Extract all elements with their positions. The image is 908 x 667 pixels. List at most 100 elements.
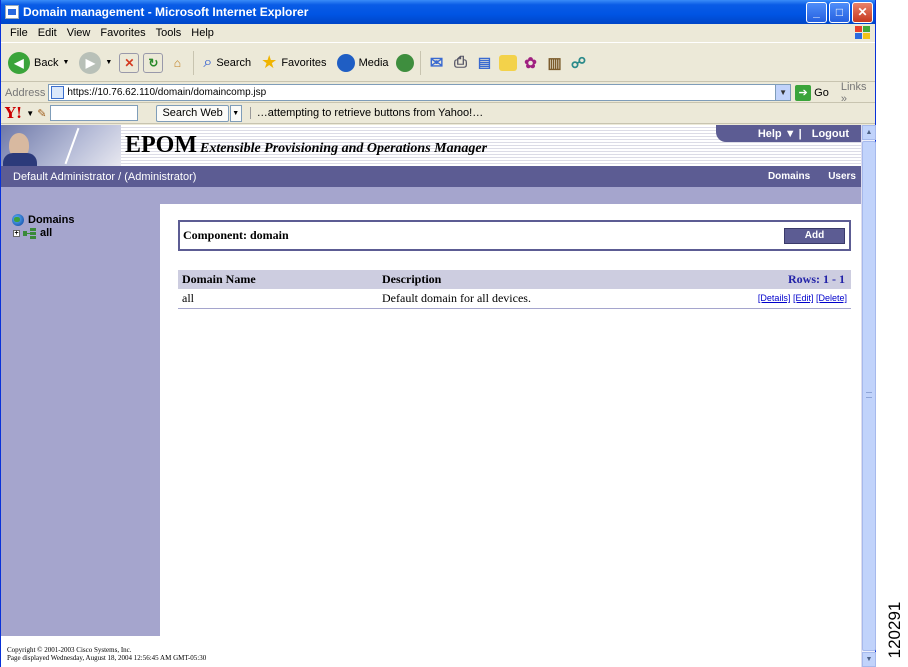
current-user: Default Administrator / (Administrator) bbox=[13, 170, 197, 183]
minimize-button[interactable]: _ bbox=[806, 1, 827, 23]
globe-icon bbox=[12, 214, 24, 226]
discuss-icon[interactable] bbox=[498, 54, 517, 71]
scroll-thumb[interactable] bbox=[862, 141, 876, 651]
delete-link[interactable]: [Delete] bbox=[816, 293, 847, 303]
epom-logo-image bbox=[1, 125, 121, 167]
forward-arrow-icon: ▶ bbox=[79, 51, 102, 74]
search-label: Search bbox=[216, 56, 252, 69]
epom-header: EPOM Extensible Provisioning and Operatio… bbox=[1, 125, 861, 167]
links-label: Links bbox=[840, 80, 867, 93]
yahoo-dropdown-icon[interactable]: ▼ bbox=[26, 109, 34, 118]
yahoo-toolbar: Y! ▼ ✎ Search Web ▼ …attempting to retri… bbox=[1, 103, 875, 124]
go-label: Go bbox=[814, 86, 829, 99]
help-logout-tab: Help ▼ | Logout bbox=[716, 125, 861, 142]
window-title: Domain management - Microsoft Internet E… bbox=[23, 5, 309, 19]
component-label: Component: domain bbox=[183, 228, 289, 242]
domain-tree: Domains + all bbox=[1, 204, 160, 632]
domain-table: Domain Name Description Rows: 1 - 1 all … bbox=[178, 270, 851, 309]
footer-text: Copyright © 2001-2003 Cisco Systems, Inc… bbox=[7, 646, 206, 662]
rows-count: Rows: 1 - 1 bbox=[667, 270, 851, 289]
media-button[interactable]: Media bbox=[334, 48, 392, 78]
tree-root-domains[interactable]: Domains bbox=[12, 214, 160, 226]
search-icon: ⌕ bbox=[203, 53, 213, 71]
go-arrow-icon: ➔ bbox=[795, 84, 812, 101]
edit-page-icon[interactable]: ▤ bbox=[475, 53, 495, 73]
menu-edit[interactable]: Edit bbox=[33, 27, 62, 39]
mail-icon[interactable]: ✉ bbox=[427, 53, 447, 73]
forward-button[interactable]: ▶ ▼ bbox=[76, 48, 115, 78]
page-footer: Copyright © 2001-2003 Cisco Systems, Inc… bbox=[1, 632, 861, 667]
copyright-text: Copyright © 2001-2003 Cisco Systems, Inc… bbox=[7, 646, 132, 654]
user-nav-bar: Default Administrator / (Administrator) … bbox=[1, 166, 861, 187]
table-header-row: Domain Name Description Rows: 1 - 1 bbox=[178, 270, 851, 289]
media-icon bbox=[336, 53, 355, 72]
edit-link[interactable]: [Edit] bbox=[793, 293, 814, 303]
page-displayed-text: Page displayed Wednesday, August 18, 200… bbox=[7, 654, 207, 662]
sub-header-bar bbox=[1, 187, 861, 204]
forward-dropdown-icon: ▼ bbox=[105, 59, 113, 66]
close-button[interactable]: ✕ bbox=[852, 1, 873, 23]
menu-bar: File Edit View Favorites Tools Help bbox=[1, 24, 875, 43]
go-button[interactable]: ➔ Go bbox=[795, 84, 829, 101]
component-header: Component: domain Add bbox=[178, 220, 851, 251]
messenger-icon[interactable]: ✿ bbox=[521, 53, 541, 73]
users-icon[interactable]: ☍ bbox=[569, 53, 589, 73]
logout-link[interactable]: Logout bbox=[812, 128, 849, 140]
app-title: EPOM Extensible Provisioning and Operatio… bbox=[125, 132, 487, 159]
menu-favorites[interactable]: Favorites bbox=[95, 27, 150, 39]
back-button[interactable]: ◀ Back ▼ bbox=[5, 48, 72, 78]
pencil-icon[interactable]: ✎ bbox=[37, 107, 46, 120]
address-bar: Address https://10.76.62.110/domain/doma… bbox=[1, 81, 875, 105]
expand-icon[interactable]: + bbox=[13, 229, 20, 237]
add-button[interactable]: Add bbox=[784, 227, 845, 244]
links-button[interactable]: Links » bbox=[841, 81, 875, 105]
yahoo-status: …attempting to retrieve buttons from Yah… bbox=[249, 107, 483, 119]
media-label: Media bbox=[358, 56, 389, 69]
figure-number-text: 120291 bbox=[885, 601, 904, 659]
menu-tools[interactable]: Tools bbox=[151, 27, 187, 39]
domain-icon bbox=[23, 227, 37, 239]
tree-item-all[interactable]: + all bbox=[13, 227, 160, 239]
favorites-star-icon: ★ bbox=[261, 52, 278, 72]
yahoo-search-input[interactable] bbox=[50, 105, 139, 121]
table-row: all Default domain for all devices. [Det… bbox=[178, 289, 851, 309]
nav-domains[interactable]: Domains bbox=[768, 171, 810, 182]
main-panel: Component: domain Add Domain Name Descri… bbox=[160, 204, 861, 632]
maximize-button[interactable]: □ bbox=[829, 1, 850, 23]
refresh-icon[interactable]: ↻ bbox=[143, 52, 164, 73]
yahoo-logo[interactable]: Y! bbox=[5, 104, 22, 122]
home-icon[interactable]: ⌂ bbox=[167, 53, 187, 73]
vertical-scrollbar[interactable]: ▲ ▼ bbox=[861, 125, 876, 667]
search-button[interactable]: ⌕ Search bbox=[200, 48, 254, 78]
cell-description: Default domain for all devices. bbox=[378, 289, 668, 309]
favorites-button[interactable]: ★ Favorites bbox=[258, 48, 329, 78]
address-input[interactable]: https://10.76.62.110/domain/domaincomp.j… bbox=[48, 84, 792, 101]
address-label: Address bbox=[5, 86, 46, 99]
page-content: EPOM Extensible Provisioning and Operatio… bbox=[1, 125, 861, 667]
menu-help[interactable]: Help bbox=[186, 27, 219, 39]
print-icon[interactable]: ⎙ bbox=[451, 53, 471, 73]
scroll-down-icon[interactable]: ▼ bbox=[862, 652, 876, 667]
page-icon bbox=[51, 86, 65, 99]
scroll-up-icon[interactable]: ▲ bbox=[862, 125, 876, 140]
title-bar: Domain management - Microsoft Internet E… bbox=[1, 0, 875, 24]
column-header-description[interactable]: Description bbox=[378, 270, 668, 289]
ie-page-icon bbox=[5, 5, 19, 19]
cell-domain-name: all bbox=[178, 289, 378, 309]
tree-item-label: all bbox=[40, 227, 53, 239]
details-link[interactable]: [Details] bbox=[758, 293, 791, 303]
tree-root-label: Domains bbox=[28, 214, 75, 226]
address-dropdown-icon[interactable]: ▼ bbox=[775, 85, 791, 100]
stop-icon[interactable]: ✕ bbox=[119, 52, 140, 73]
figure-number: 120291 bbox=[884, 600, 906, 660]
yahoo-search-button[interactable]: Search Web bbox=[156, 104, 229, 122]
history-icon[interactable] bbox=[395, 53, 414, 72]
menu-view[interactable]: View bbox=[62, 27, 96, 39]
app-subtitle: Extensible Provisioning and Operations M… bbox=[200, 141, 488, 156]
nav-users[interactable]: Users bbox=[828, 171, 856, 182]
column-header-domain-name[interactable]: Domain Name bbox=[178, 270, 378, 289]
menu-file[interactable]: File bbox=[5, 27, 33, 39]
research-icon[interactable]: ▥ bbox=[545, 53, 565, 73]
yahoo-search-dropdown-icon[interactable]: ▼ bbox=[229, 104, 242, 122]
help-menu[interactable]: Help ▼ | bbox=[758, 128, 802, 140]
